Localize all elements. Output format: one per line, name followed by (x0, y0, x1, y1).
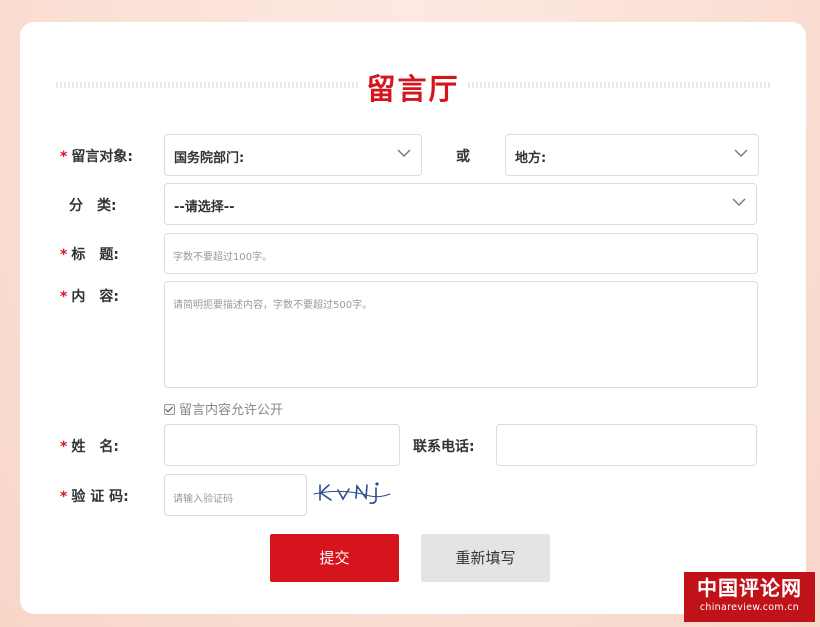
title-row: 留言厅 (20, 66, 806, 106)
local-select[interactable]: 地方: (505, 134, 759, 176)
content-placeholder: 请简明扼要描述内容，字数不要超过500字。 (173, 300, 373, 311)
category-label: 分 类: (69, 198, 117, 214)
logo-name: 中国评论网 (697, 576, 802, 600)
content-label: * 内 容: (60, 289, 119, 305)
category-select-value: --请选择-- (174, 200, 235, 215)
content-textarea[interactable]: 请简明扼要描述内容，字数不要超过500字。 (164, 281, 758, 388)
required-mark: * (60, 489, 68, 505)
required-mark: * (60, 247, 68, 263)
reset-button[interactable]: 重新填写 (421, 534, 550, 582)
local-select-value: 地方: (515, 151, 547, 166)
department-select[interactable]: 国务院部门: (164, 134, 422, 176)
required-mark: * (60, 289, 68, 305)
category-select[interactable]: --请选择-- (164, 183, 757, 225)
logo-url: chinareview.com.cn (699, 602, 800, 613)
checkmark-icon[interactable] (164, 404, 175, 415)
public-checkbox-row[interactable]: 留言内容允许公开 (164, 399, 283, 418)
title-divider-right (468, 82, 770, 88)
chevron-down-icon (397, 149, 411, 157)
chinareview-logo: 中国评论网 chinareview.com.cn (684, 572, 815, 622)
subject-label: * 标 题: (60, 247, 119, 263)
subject-placeholder: 字数不要超过100字。 (173, 252, 273, 263)
or-label: 或 (456, 149, 470, 165)
name-input[interactable] (164, 424, 400, 466)
department-select-value: 国务院部门: (174, 151, 245, 166)
submit-button[interactable]: 提交 (270, 534, 399, 582)
message-form-card: 留言厅 * 留言对象: 国务院部门: 或 地方: 分 类: --请选择-- * 标 … (20, 22, 806, 614)
chevron-down-icon (734, 149, 748, 157)
title-divider-left (56, 82, 360, 88)
required-mark: * (60, 439, 68, 455)
captcha-image[interactable] (312, 478, 394, 508)
target-label: * 留言对象: (60, 149, 133, 165)
phone-input[interactable] (496, 424, 757, 466)
subject-input[interactable]: 字数不要超过100字。 (164, 233, 758, 274)
captcha-label: * 验 证 码: (60, 489, 129, 505)
page-title: 留言厅 (366, 72, 460, 106)
name-label: * 姓 名: (60, 439, 119, 455)
captcha-input[interactable]: 请输入验证码 (164, 474, 307, 516)
public-checkbox-label: 留言内容允许公开 (179, 403, 284, 418)
captcha-placeholder: 请输入验证码 (173, 494, 233, 505)
chevron-down-icon (732, 198, 746, 206)
phone-label: 联系电话: (413, 439, 475, 455)
required-mark: * (60, 149, 68, 165)
